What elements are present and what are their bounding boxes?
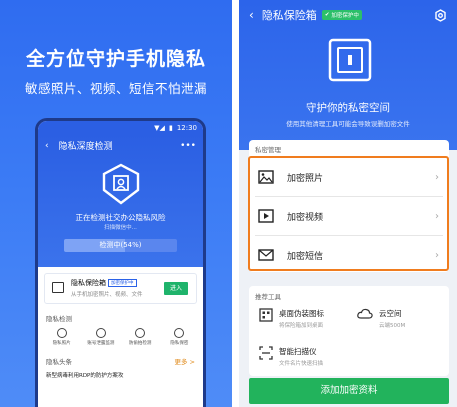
news-header: 隐私头条 更多 > bbox=[38, 348, 203, 368]
phone-header: ‹ 隐私深度检测 ••• 正在检测社交办公隐私风险 扫描微信中... 检测中(5… bbox=[38, 135, 203, 267]
privacy-check-title: 隐私检测 bbox=[46, 315, 72, 323]
vault-heading: 守护你的私密空间 bbox=[306, 102, 390, 114]
scan-status: 正在检测社交办公隐私风险 bbox=[75, 213, 166, 222]
promo-subheadline: 敏感照片、视频、短信不怕泄漏 bbox=[24, 81, 207, 96]
check-item-account[interactable]: 账号泄露监测 bbox=[85, 328, 117, 346]
scanner-icon bbox=[259, 346, 273, 360]
vault-card-title: 隐私保险箱 bbox=[71, 279, 106, 287]
news-article[interactable]: 新型病毒利用RDP的防护方案攻 bbox=[38, 368, 203, 382]
check-icon: ✔ bbox=[324, 12, 330, 18]
phone-status-bar: ▼◢ ▮ 12:30 bbox=[38, 121, 203, 135]
enter-button[interactable]: 进入 bbox=[164, 282, 188, 295]
vault-screen: ‹ 隐私保险箱 ✔ 加密保护中 守护你的私密空间 使用其他清理工具可能会导致误删加… bbox=[239, 0, 457, 407]
check-item-camera[interactable]: 防偷拍检测 bbox=[124, 328, 156, 346]
safe-icon bbox=[328, 38, 372, 82]
vault-subheading: 使用其他清理工具可能会导致误删加密文件 bbox=[286, 120, 410, 128]
tool-cloud[interactable]: 云空间云端500M bbox=[357, 308, 405, 329]
private-manage-caption: 私密管理 bbox=[255, 146, 281, 154]
scan-substatus: 扫描微信中... bbox=[104, 225, 137, 231]
gear-icon[interactable] bbox=[434, 8, 447, 22]
tool-scanner[interactable]: 智能扫描仪文件名片快速扫描 bbox=[259, 346, 323, 367]
signal-icon: ▼◢ bbox=[154, 124, 165, 132]
chevron-right-icon: › bbox=[435, 249, 439, 261]
chevron-right-icon: › bbox=[435, 171, 439, 183]
row-encrypt-videos[interactable]: 加密视频 › bbox=[251, 197, 445, 235]
account-check-icon bbox=[95, 328, 106, 338]
promo-headline: 全方位守护手机隐私 bbox=[25, 48, 206, 70]
phone-time: 12:30 bbox=[176, 124, 197, 132]
news-title: 隐私头条 bbox=[46, 358, 72, 366]
camera-check-icon bbox=[135, 328, 146, 338]
vault-icon bbox=[52, 282, 64, 293]
promo-panel: 全方位守护手机隐私 敏感照片、视频、短信不怕泄漏 ▼◢ ▮ 12:30 ‹ 隐私… bbox=[0, 0, 232, 407]
tool-name: 桌面伪装图标 bbox=[279, 309, 324, 318]
shield-icon bbox=[102, 163, 140, 205]
row-encrypt-messages[interactable]: 加密短信 › bbox=[251, 236, 445, 274]
disguise-icon bbox=[259, 308, 273, 322]
phone-more-icon[interactable]: ••• bbox=[180, 141, 196, 151]
lock-check-icon bbox=[174, 328, 185, 338]
chevron-right-icon: › bbox=[435, 210, 439, 222]
check-item-photos[interactable]: 隐私照片 bbox=[46, 328, 78, 346]
row-label: 加密视频 bbox=[287, 212, 324, 223]
photo-check-icon bbox=[56, 328, 67, 338]
phone-title: 隐私深度检测 bbox=[58, 142, 113, 152]
check-item-secure[interactable]: 隐私保密 bbox=[163, 328, 195, 346]
protection-badge: ✔ 加密保护中 bbox=[321, 10, 362, 20]
vault-title: 隐私保险箱 bbox=[261, 9, 317, 22]
vault-card[interactable]: 隐私保险箱 加密保护中 从手机加密照片、视频、文件 进入 bbox=[44, 273, 197, 304]
add-encrypted-button[interactable]: 添加加密资料 bbox=[249, 378, 449, 404]
news-more-link[interactable]: 更多 > bbox=[174, 356, 195, 366]
tools-caption: 推荐工具 bbox=[255, 293, 281, 301]
vault-header: ‹ 隐私保险箱 ✔ 加密保护中 守护你的私密空间 使用其他清理工具可能会导致误删加… bbox=[239, 0, 457, 150]
cloud-icon bbox=[357, 308, 373, 319]
tool-desc: 将保险箱加到桌面 bbox=[279, 323, 324, 329]
video-icon bbox=[251, 209, 281, 223]
tool-desc: 文件名片快速扫描 bbox=[279, 361, 324, 367]
scan-progress-bar: 检测中(54%) bbox=[64, 239, 177, 252]
battery-icon: ▮ bbox=[168, 124, 173, 132]
row-label: 加密照片 bbox=[287, 173, 324, 184]
photo-icon bbox=[251, 170, 281, 184]
tool-name: 云空间 bbox=[379, 309, 402, 318]
vault-card-tag: 加密保护中 bbox=[108, 279, 137, 287]
tools-card: 推荐工具 桌面伪装图标 将保险箱加到桌面 云空间云端500M 智能扫描仪文件名片快… bbox=[249, 286, 449, 376]
tool-disguise-icon[interactable]: 桌面伪装图标 将保险箱加到桌面 bbox=[259, 308, 324, 329]
vault-nav: ‹ 隐私保险箱 ✔ 加密保护中 bbox=[239, 0, 457, 30]
row-label: 加密短信 bbox=[287, 251, 324, 262]
phone-back-icon[interactable]: ‹ bbox=[45, 141, 49, 151]
tool-desc: 云端500M bbox=[379, 323, 406, 329]
message-icon bbox=[251, 249, 281, 261]
row-encrypt-photos[interactable]: 加密照片 › bbox=[251, 158, 445, 196]
tool-name: 智能扫描仪 bbox=[279, 347, 317, 356]
privacy-check-grid: 隐私照片 账号泄露监测 防偷拍检测 隐私保密 bbox=[38, 326, 203, 348]
back-icon[interactable]: ‹ bbox=[249, 8, 254, 22]
phone-mockup: ▼◢ ▮ 12:30 ‹ 隐私深度检测 ••• 正在检测社交办公隐私风险 扫描微… bbox=[35, 118, 206, 407]
